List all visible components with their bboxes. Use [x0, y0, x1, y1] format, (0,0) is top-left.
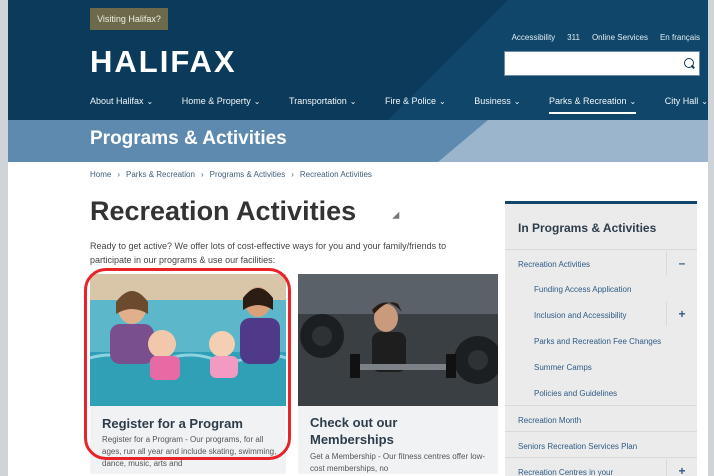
sidebar-item-label: Funding Access Application	[534, 285, 632, 294]
chevron-down-icon: ⌄	[629, 97, 637, 106]
sidebar-item-summer-camps[interactable]: Summer Camps	[505, 353, 697, 379]
sidebar-item-policies-guidelines[interactable]: Policies and Guidelines	[505, 379, 697, 405]
page-title: Recreation Activities	[90, 196, 357, 226]
main-nav: About Halifax ⌄ Home & Property ⌄ Transpor…	[90, 96, 708, 114]
chevron-down-icon: ⌄	[439, 97, 446, 106]
sidebar-item-fee-changes[interactable]: Parks and Recreation Fee Changes	[505, 327, 697, 353]
sidebar-item-label: Inclusion and Accessibility	[534, 311, 627, 320]
breadcrumb-link-parks-recreation[interactable]: Parks & Recreation	[126, 170, 195, 179]
search-icon[interactable]	[684, 58, 694, 68]
nav-item-about-halifax[interactable]: About Halifax ⌄	[90, 96, 153, 114]
chevron-down-icon: ⌄	[513, 97, 521, 106]
nav-item-city-hall[interactable]: City Hall ⌄	[665, 96, 708, 114]
sidebar-item-seniors-plan[interactable]: Seniors Recreation Services Plan	[505, 431, 697, 457]
intro-text: Ready to get active? We offer lots of co…	[90, 241, 447, 265]
nav-item-business[interactable]: Business ⌄	[474, 96, 520, 114]
card-title[interactable]: Check out our Memberships	[310, 414, 470, 448]
sidebar-item-funding-access[interactable]: Funding Access Application	[505, 275, 697, 301]
fitness-image	[298, 274, 498, 406]
card-description: Get a Membership - Our fitness centres o…	[310, 452, 486, 473]
section-title: Programs & Activities	[90, 128, 287, 149]
breadcrumb-current: Recreation Activities	[299, 170, 372, 179]
membership-card[interactable]: Check out our Memberships Get a Membersh…	[298, 274, 498, 474]
breadcrumb-separator-icon: ›	[117, 170, 121, 179]
sidebar-item-label: Recreation Month	[518, 416, 582, 425]
sidebar-item-label: Summer Camps	[534, 363, 592, 372]
search-box	[504, 51, 700, 76]
nav-item-label: Home & Property	[181, 96, 251, 106]
section-title-bar: Programs & Activities	[8, 120, 708, 162]
browser-viewport: Visiting Halifax? Accessibility 311 Onli…	[8, 0, 708, 476]
sidebar-item-recreation-month[interactable]: Recreation Month	[505, 405, 697, 431]
nav-item-parks-recreation[interactable]: Parks & Recreation ⌄	[549, 96, 637, 114]
chevron-down-icon: ⌄	[701, 97, 708, 106]
sidebar: In Programs & Activities Recreation Acti…	[505, 201, 697, 476]
sidebar-item-recreation-activities[interactable]: Recreation Activities –	[505, 249, 697, 275]
nav-item-fire-police[interactable]: Fire & Police ⌄	[385, 96, 446, 114]
utility-link-en-francais[interactable]: En français	[660, 33, 700, 42]
sidebar-item-inclusion-accessibility[interactable]: Inclusion and Accessibility +	[505, 301, 697, 327]
utility-links: Accessibility 311 Online Services En fra…	[512, 33, 700, 42]
sidebar-item-label: Recreation Activities	[518, 260, 591, 269]
sidebar-item-recreation-centres[interactable]: Recreation Centres in your +	[505, 457, 697, 476]
breadcrumb-link-home[interactable]: Home	[90, 170, 111, 179]
utility-link-online-services[interactable]: Online Services	[592, 33, 648, 42]
nav-item-transportation[interactable]: Transportation ⌄	[289, 96, 356, 114]
utility-link-311[interactable]: 311	[567, 33, 580, 42]
halifax-logo[interactable]: HALIFAX	[90, 44, 237, 80]
plus-icon[interactable]: +	[666, 459, 697, 476]
minus-icon[interactable]: –	[666, 251, 697, 275]
nav-item-label: Business	[474, 96, 511, 106]
breadcrumb-link-programs-activities[interactable]: Programs & Activities	[210, 170, 286, 179]
nav-item-label: Fire & Police	[384, 96, 436, 106]
title-bar-decoration-right	[488, 120, 708, 162]
cursor-icon	[392, 211, 403, 223]
nav-item-label: City Hall	[664, 96, 699, 106]
nav-item-home-property[interactable]: Home & Property ⌄	[182, 96, 261, 114]
sidebar-item-label: Seniors Recreation Services Plan	[518, 442, 638, 451]
chevron-down-icon: ⌄	[146, 97, 154, 106]
sidebar-heading: In Programs & Activities	[518, 221, 657, 235]
nav-item-label: About Halifax	[90, 96, 144, 106]
plus-icon[interactable]: +	[666, 302, 697, 326]
sidebar-item-label: Policies and Guidelines	[534, 389, 618, 398]
sidebar-item-label: Parks and Recreation Fee Changes	[534, 337, 662, 346]
search-input[interactable]	[505, 52, 683, 73]
breadcrumb-separator-icon: ›	[291, 170, 294, 179]
utility-link-accessibility[interactable]: Accessibility	[512, 33, 556, 42]
breadcrumb: Home › Parks & Recreation › Programs & A…	[90, 170, 372, 179]
sidebar-item-label: Recreation Centres in your	[518, 468, 614, 476]
highlight-annotation	[84, 268, 291, 460]
breadcrumb-separator-icon: ›	[200, 170, 204, 179]
visiting-halifax-button[interactable]: Visiting Halifax?	[90, 8, 168, 30]
chevron-down-icon: ⌄	[349, 97, 357, 106]
nav-item-label: Transportation	[289, 96, 347, 106]
nav-item-label: Parks & Recreation	[549, 96, 627, 106]
chevron-down-icon: ⌄	[253, 97, 261, 106]
fitness-illustration	[298, 274, 498, 406]
site-header: Visiting Halifax? Accessibility 311 Onli…	[8, 0, 708, 120]
title-bar-decoration	[438, 120, 488, 162]
